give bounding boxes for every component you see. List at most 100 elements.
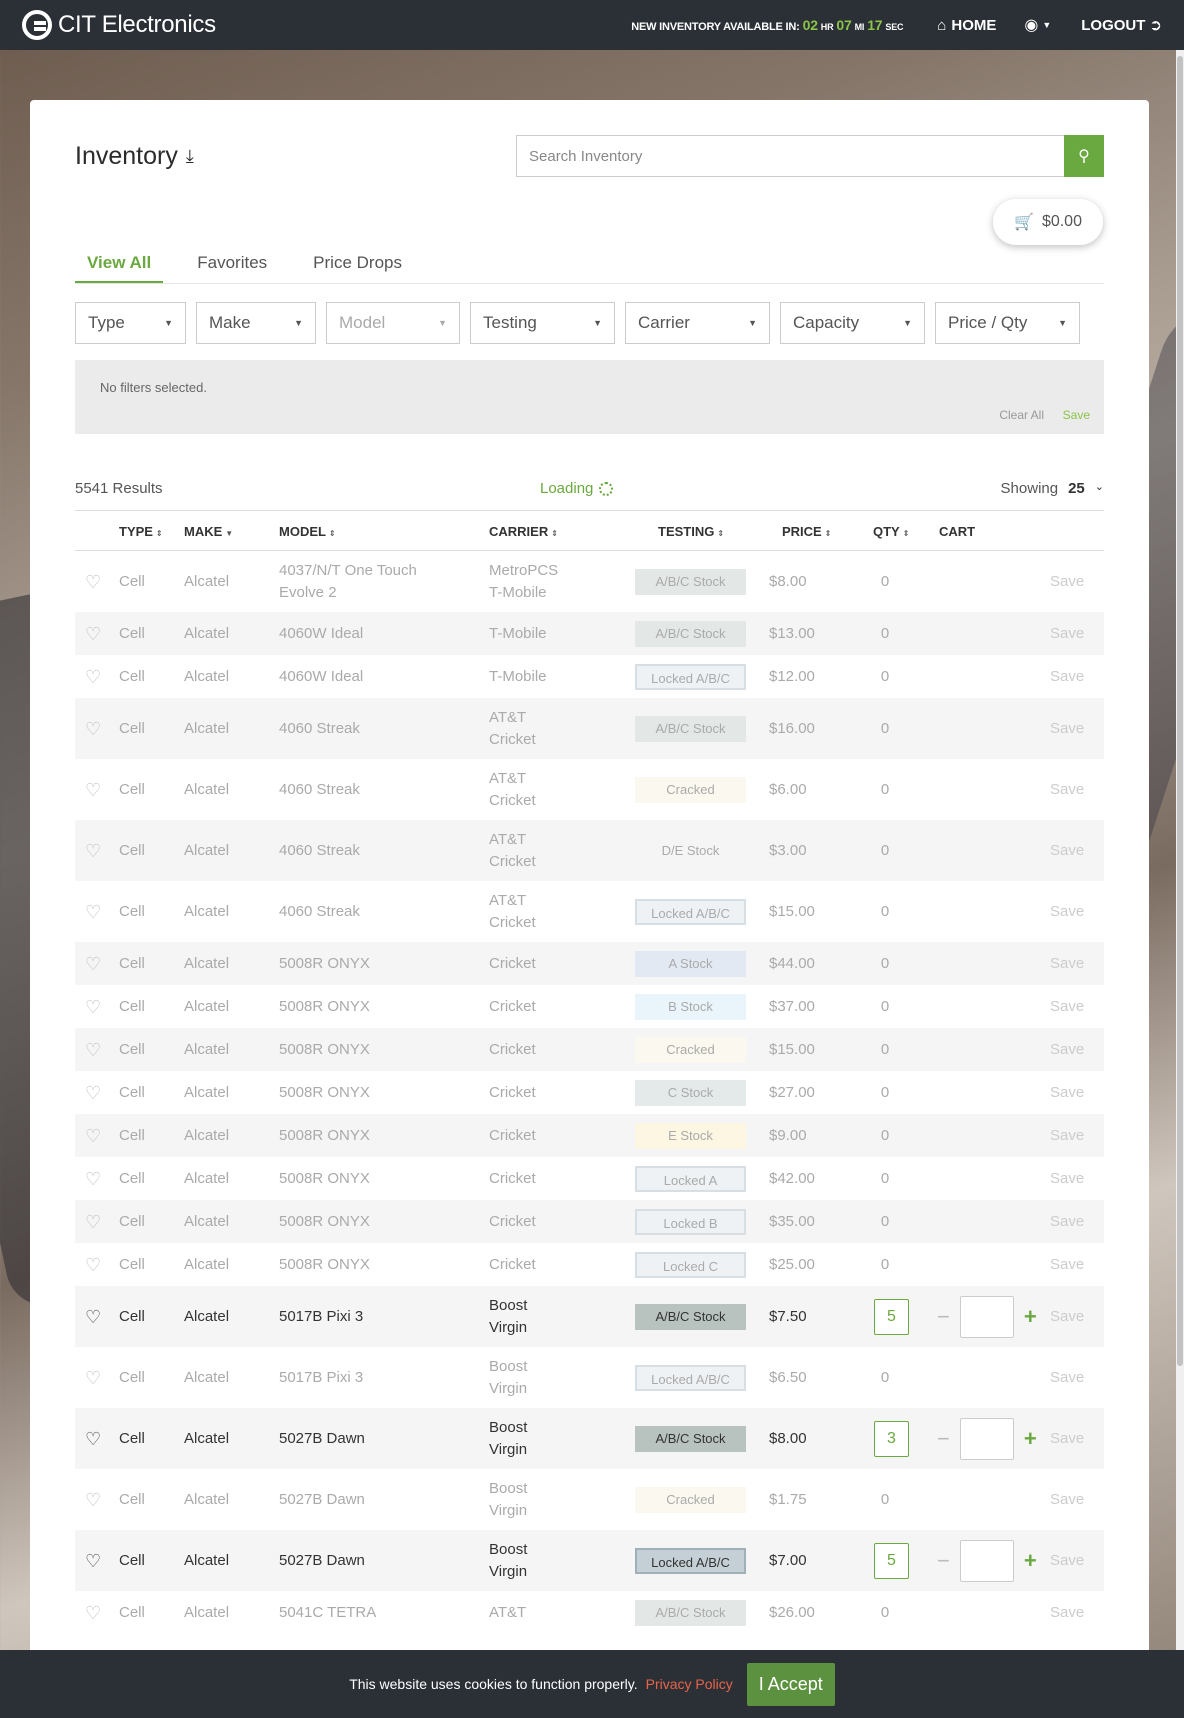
filter-capacity[interactable]: Capacity ▼ xyxy=(780,302,925,344)
heart-icon[interactable]: ♡ xyxy=(85,1602,101,1624)
row-save-button[interactable]: Save xyxy=(1050,1168,1084,1190)
language-dropdown[interactable]: ◉ ▼ xyxy=(1024,15,1051,35)
accept-cookies-button[interactable]: I Accept xyxy=(746,1662,835,1706)
clear-all-link[interactable]: Clear All xyxy=(999,408,1044,422)
row-model: 5008R ONYX xyxy=(279,1040,370,1058)
save-filters-link[interactable]: Save xyxy=(1063,408,1090,422)
row-qty: 0 xyxy=(880,1040,890,1058)
row-model: 5008R ONYX xyxy=(279,1255,370,1273)
row-price: $15.00 xyxy=(769,1040,815,1058)
heart-icon[interactable]: ♡ xyxy=(85,996,101,1018)
cart-button[interactable]: 🛒 $0.00 xyxy=(993,199,1103,245)
row-save-button[interactable]: Save xyxy=(1050,718,1084,740)
column-header-testing[interactable]: TESTING ⇕ xyxy=(658,524,724,539)
row-save-button[interactable]: Save xyxy=(1050,571,1084,593)
tab-view-all[interactable]: View All xyxy=(75,250,164,284)
row-save-button[interactable]: Save xyxy=(1050,1306,1084,1328)
column-header-type[interactable]: TYPE ⇕ xyxy=(119,524,163,539)
minus-icon[interactable]: − xyxy=(937,1304,950,1330)
filter-price-qty[interactable]: Price / Qty ▼ xyxy=(935,302,1080,344)
plus-icon[interactable]: + xyxy=(1024,1426,1037,1452)
privacy-policy-link[interactable]: Privacy Policy xyxy=(646,1676,733,1692)
brand-name: CIT Electronics xyxy=(58,11,216,38)
brand-logo[interactable]: CIT Electronics xyxy=(22,10,216,40)
minus-icon[interactable]: − xyxy=(937,1548,950,1574)
row-save-button[interactable]: Save xyxy=(1050,666,1084,688)
quantity-input[interactable] xyxy=(959,1295,1014,1338)
heart-icon[interactable]: ♡ xyxy=(85,1550,101,1572)
row-make: Alcatel xyxy=(184,1040,230,1058)
search-button[interactable]: ⚲ xyxy=(1064,135,1104,177)
row-qty: 0 xyxy=(880,1603,890,1621)
heart-icon[interactable]: ♡ xyxy=(85,1254,101,1276)
download-icon[interactable]: ⤓ xyxy=(186,146,194,167)
filter-carrier[interactable]: Carrier ▼ xyxy=(625,302,770,344)
logout-link[interactable]: LOGOUT ➲ xyxy=(1081,16,1162,35)
column-header-price[interactable]: PRICE ⇕ xyxy=(782,524,831,539)
countdown-minutes: 07 xyxy=(836,17,852,33)
tab-price-drops[interactable]: Price Drops xyxy=(301,250,414,284)
row-model: 5008R ONYX xyxy=(279,1212,370,1230)
heart-icon[interactable]: ♡ xyxy=(85,623,101,645)
heart-icon[interactable]: ♡ xyxy=(85,666,101,688)
column-header-carrier[interactable]: CARRIER ⇕ xyxy=(489,524,558,539)
filter-testing[interactable]: Testing ▼ xyxy=(470,302,615,344)
quantity-input[interactable] xyxy=(959,1539,1014,1582)
row-save-button[interactable]: Save xyxy=(1050,1428,1084,1450)
row-save-button[interactable]: Save xyxy=(1050,953,1084,975)
row-save-button[interactable]: Save xyxy=(1050,1211,1084,1233)
row-save-button[interactable]: Save xyxy=(1050,1550,1084,1572)
countdown-hours-unit: HR xyxy=(820,22,834,32)
row-type: Cell xyxy=(119,1490,145,1508)
heart-icon[interactable]: ♡ xyxy=(85,1168,101,1190)
heart-icon[interactable]: ♡ xyxy=(85,718,101,740)
scrollbar-thumb[interactable] xyxy=(1177,56,1183,1366)
row-save-button[interactable]: Save xyxy=(1050,1367,1084,1389)
heart-icon[interactable]: ♡ xyxy=(85,1125,101,1147)
testing-badge: B Stock xyxy=(635,993,746,1020)
quantity-input[interactable] xyxy=(959,1417,1014,1460)
row-save-button[interactable]: Save xyxy=(1050,1039,1084,1061)
minus-icon[interactable]: − xyxy=(937,1426,950,1452)
row-save-button[interactable]: Save xyxy=(1050,1082,1084,1104)
column-header-model[interactable]: MODEL ⇕ xyxy=(279,524,336,539)
heart-icon[interactable]: ♡ xyxy=(85,571,101,593)
column-header-make[interactable]: MAKE ▼ xyxy=(184,524,233,539)
row-save-button[interactable]: Save xyxy=(1050,623,1084,645)
heart-icon[interactable]: ♡ xyxy=(85,1428,101,1450)
plus-icon[interactable]: + xyxy=(1024,1304,1037,1330)
heart-icon[interactable]: ♡ xyxy=(85,1039,101,1061)
page-size-select[interactable]: Showing 25 ⌄ xyxy=(1001,480,1104,497)
search-input[interactable] xyxy=(516,135,1064,177)
row-save-button[interactable]: Save xyxy=(1050,996,1084,1018)
row-make: Alcatel xyxy=(184,667,230,685)
heart-icon[interactable]: ♡ xyxy=(85,1367,101,1389)
countdown-label: NEW INVENTORY AVAILABLE IN: xyxy=(631,21,800,33)
heart-icon[interactable]: ♡ xyxy=(85,1082,101,1104)
row-save-button[interactable]: Save xyxy=(1050,1489,1084,1511)
row-carrier: AT&T Cricket xyxy=(489,891,536,931)
row-save-button[interactable]: Save xyxy=(1050,1254,1084,1276)
column-header-qty[interactable]: QTY ⇕ xyxy=(873,524,909,539)
page-scrollbar[interactable] xyxy=(1176,50,1184,1650)
plus-icon[interactable]: + xyxy=(1024,1548,1037,1574)
row-save-button[interactable]: Save xyxy=(1050,1125,1084,1147)
table-row: ♡ Cell 5008R ONYX Alcatel Cricket Cracked $15.… xyxy=(75,1028,1104,1071)
filter-type[interactable]: Type ▼ xyxy=(75,302,186,344)
filter-make[interactable]: Make ▼ xyxy=(196,302,316,344)
tab-favorites[interactable]: Favorites xyxy=(185,250,279,284)
home-link[interactable]: ⌂ HOME xyxy=(937,17,996,34)
heart-icon[interactable]: ♡ xyxy=(85,1489,101,1511)
countdown-minutes-unit: MI xyxy=(854,22,865,32)
heart-icon[interactable]: ♡ xyxy=(85,901,101,923)
row-save-button[interactable]: Save xyxy=(1050,840,1084,862)
row-save-button[interactable]: Save xyxy=(1050,779,1084,801)
row-save-button[interactable]: Save xyxy=(1050,901,1084,923)
heart-icon[interactable]: ♡ xyxy=(85,840,101,862)
heart-icon[interactable]: ♡ xyxy=(85,953,101,975)
row-save-button[interactable]: Save xyxy=(1050,1602,1084,1624)
heart-icon[interactable]: ♡ xyxy=(85,779,101,801)
heart-icon[interactable]: ♡ xyxy=(85,1211,101,1233)
row-make: Alcatel xyxy=(184,1603,230,1621)
heart-icon[interactable]: ♡ xyxy=(85,1306,101,1328)
